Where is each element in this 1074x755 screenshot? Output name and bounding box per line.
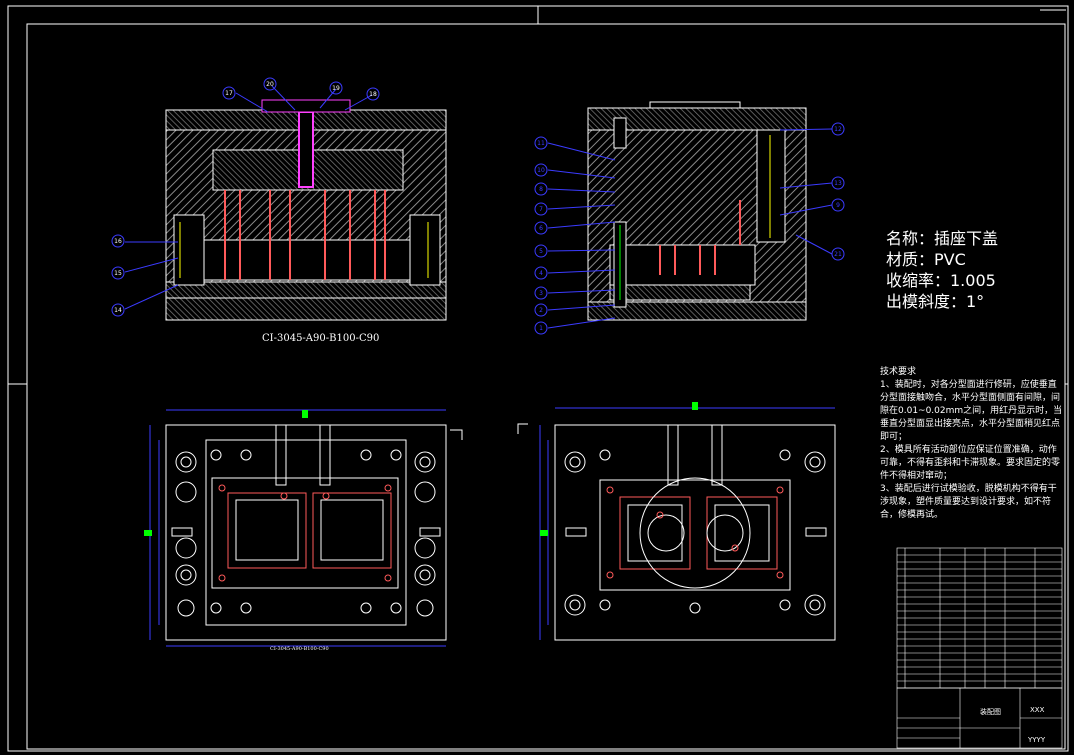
balloon-21: 21 (834, 251, 842, 258)
plan-view-left (144, 409, 463, 647)
balloon-19: 19 (332, 85, 340, 92)
spec-draft: 出模斜度：1° (886, 292, 985, 311)
plan-view-right (517, 402, 836, 641)
technical-requirements: 技术要求 1、装配时，对各分型面进行修研，应使垂直分型面接触吻合，水平分型面侧面… (880, 366, 1065, 522)
balloon-6: 6 (539, 225, 543, 232)
balloon-17: 17 (225, 90, 233, 97)
balloon-15: 15 (114, 270, 122, 277)
tech-title: 技术要求 (880, 367, 917, 377)
balloon-9: 9 (836, 202, 840, 209)
spec-material: 材质：PVC (886, 250, 966, 269)
balloon-20: 20 (266, 81, 274, 88)
balloon-5: 5 (539, 248, 543, 255)
caption-bottom-left: CI-3045-A90-B100-C90 (270, 646, 329, 652)
section-view-left: 17 20 19 18 16 15 14 (111, 77, 447, 321)
title-block-xxx: XXX (1030, 706, 1045, 714)
balloon-13: 13 (834, 180, 842, 187)
tech-item-3: 3、装配后进行试模验收，脱模机构不得有干涉现象，塑件质量要达到设计要求，如不符合… (880, 484, 1057, 520)
section-view-right: 11 10 8 7 6 5 4 3 2 1 12 13 9 21 (534, 101, 845, 335)
balloon-10: 10 (537, 167, 545, 174)
caption-top-left: CI-3045-A90-B100-C90 (262, 333, 380, 344)
balloon-14: 14 (114, 307, 122, 314)
balloon-7: 7 (539, 206, 543, 213)
spec-shrink: 收缩率：1.005 (886, 271, 996, 290)
balloon-18: 18 (369, 91, 377, 98)
balloon-16: 16 (114, 238, 122, 245)
balloon-3: 3 (539, 290, 543, 297)
balloon-11: 11 (537, 140, 545, 147)
title-block-label: 装配图 (980, 707, 1001, 716)
spec-name: 名称：插座下盖 (886, 229, 999, 248)
balloon-8: 8 (539, 186, 543, 193)
tech-item-2: 2、模具所有活动部位应保证位置准确，动作可靠，不得有歪斜和卡滞现象。要求固定的零… (880, 445, 1061, 481)
part-spec: 名称：插座下盖 材质：PVC 收缩率：1.005 出模斜度：1° (886, 228, 998, 312)
balloon-2: 2 (539, 307, 543, 314)
title-block-yyyy: YYYY (1027, 736, 1046, 744)
balloon-4: 4 (539, 270, 543, 277)
balloon-12: 12 (834, 126, 842, 133)
bill-of-materials (896, 547, 1063, 689)
balloon-1: 1 (539, 325, 543, 332)
tech-item-1: 1、装配时，对各分型面进行修研，应使垂直分型面接触吻合，水平分型面侧面有间隙，间… (880, 380, 1063, 442)
